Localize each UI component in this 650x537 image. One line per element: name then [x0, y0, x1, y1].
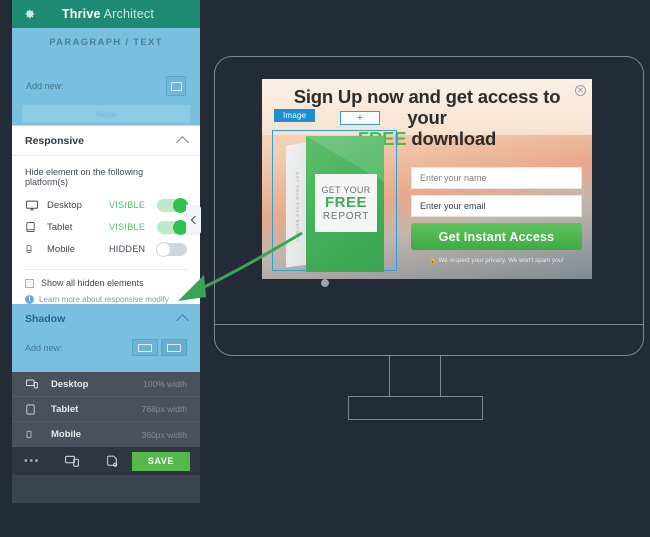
device-visibility-state: VISIBLE — [109, 200, 146, 210]
device-visibility-state: VISIBLE — [109, 222, 146, 232]
none-value-bar[interactable]: None — [22, 105, 190, 123]
monitor-stand-neck — [389, 356, 441, 397]
app-title-bold: Thrive — [61, 7, 101, 21]
device-width: 768px width — [141, 404, 187, 414]
monitor-camera-dot — [321, 279, 329, 287]
chevron-up-icon[interactable] — [176, 135, 189, 149]
name-input[interactable]: Enter your name — [411, 167, 582, 189]
email-input[interactable]: Enter your email — [411, 195, 582, 217]
device-preview-list: Desktop 100% width Tablet 768px width Mo… — [12, 372, 200, 447]
info-icon: i — [25, 295, 34, 304]
responsive-panel-header[interactable]: Responsive — [12, 126, 200, 156]
sidebar-collapse-handle[interactable] — [186, 205, 201, 235]
headline-rest: download — [406, 128, 497, 149]
sidebar-titlebar: Thrive Architect — [12, 0, 200, 28]
learn-more-label[interactable]: Learn more about responsive modify — [39, 295, 169, 304]
save-button[interactable]: SAVE — [132, 451, 190, 471]
device-width: 360px width — [141, 429, 187, 440]
cover-text-card: GET YOUR FREE REPORT — [315, 174, 377, 232]
responsive-row-desktop: Desktop VISIBLE — [12, 194, 200, 216]
add-new-button[interactable] — [166, 76, 186, 96]
more-options-label: ••• — [23, 455, 41, 467]
none-label: None — [95, 109, 117, 119]
hide-element-note: Hide element on the following platform(s… — [25, 167, 144, 187]
cover-line-2: FREE — [324, 193, 367, 211]
monitor-stand-base — [348, 396, 483, 420]
show-hidden-label: Show all hidden elements — [41, 278, 144, 288]
screenshot-canvas: Sign Up now and get access to your FREE … — [0, 0, 650, 537]
cover-line-1: GET YOUR — [321, 184, 371, 195]
tablet-preview-icon — [25, 403, 51, 416]
shadow-preset-2-button[interactable] — [161, 339, 187, 356]
panel-label: PARAGRAPH / TEXT — [49, 37, 163, 48]
privacy-note: 🔒 We respect your privacy. We won't spam… — [429, 258, 564, 264]
shadow-add-new-label: Add new: — [25, 342, 63, 353]
desktop-icon — [25, 199, 47, 212]
sidebar-bottom-toolbar: ••• SAVE — [12, 447, 200, 475]
shadow-preset-1-button[interactable] — [132, 339, 158, 356]
revision-manager-icon[interactable] — [92, 454, 132, 469]
desktop-preview-icon — [25, 378, 51, 390]
desktop-visibility-toggle[interactable] — [157, 197, 188, 213]
shadow-panel-title: Shadow — [25, 313, 66, 325]
device-visibility-state: HIDDEN — [109, 244, 146, 254]
device-width: 100% width — [143, 379, 187, 389]
device-name: Desktop — [47, 199, 82, 211]
device-preview-tablet[interactable]: Tablet 768px width — [12, 397, 200, 422]
more-options-button[interactable]: ••• — [12, 455, 52, 467]
paragraph-add-new-row: Add new: — [12, 76, 200, 96]
chevron-left-icon — [190, 215, 199, 225]
close-icon[interactable]: ✕ — [575, 85, 586, 96]
mobile-icon — [25, 242, 47, 256]
paragraph-text-panel: PARAGRAPH / TEXT Add new: None — [12, 28, 200, 125]
device-preview-desktop[interactable]: Desktop 100% width — [12, 372, 200, 397]
add-new-label: Add new: — [26, 81, 64, 91]
save-button-cell: SAVE — [132, 451, 200, 471]
device-name: Tablet — [47, 221, 73, 233]
app-title-light: Architect — [103, 7, 155, 21]
add-element-plus-button[interactable]: + — [340, 111, 380, 125]
app-title: Thrive Architect — [46, 7, 200, 21]
get-instant-access-button[interactable]: Get Instant Access — [411, 223, 582, 250]
device-label: Mobile — [51, 429, 82, 440]
device-label: Desktop — [51, 378, 89, 390]
responsive-preview-icon[interactable] — [52, 454, 92, 468]
gear-icon[interactable] — [12, 7, 46, 21]
responsive-panel-title: Responsive — [25, 134, 84, 147]
device-name: Mobile — [47, 243, 75, 255]
signup-form: Enter your name Enter your email Get Ins… — [411, 167, 582, 264]
shadow-add-new-row: Add new: — [12, 325, 200, 356]
cover-line-3: REPORT — [322, 210, 370, 222]
annotation-arrow — [178, 231, 303, 301]
device-preview-mobile[interactable]: Mobile 360px width — [12, 422, 200, 447]
device-label: Tablet — [51, 403, 79, 415]
tablet-icon — [25, 220, 47, 234]
show-hidden-checkbox[interactable] — [25, 278, 34, 288]
shadow-preset-buttons — [132, 339, 187, 356]
element-type-badge: Image — [274, 109, 316, 122]
mobile-preview-icon — [25, 428, 51, 441]
